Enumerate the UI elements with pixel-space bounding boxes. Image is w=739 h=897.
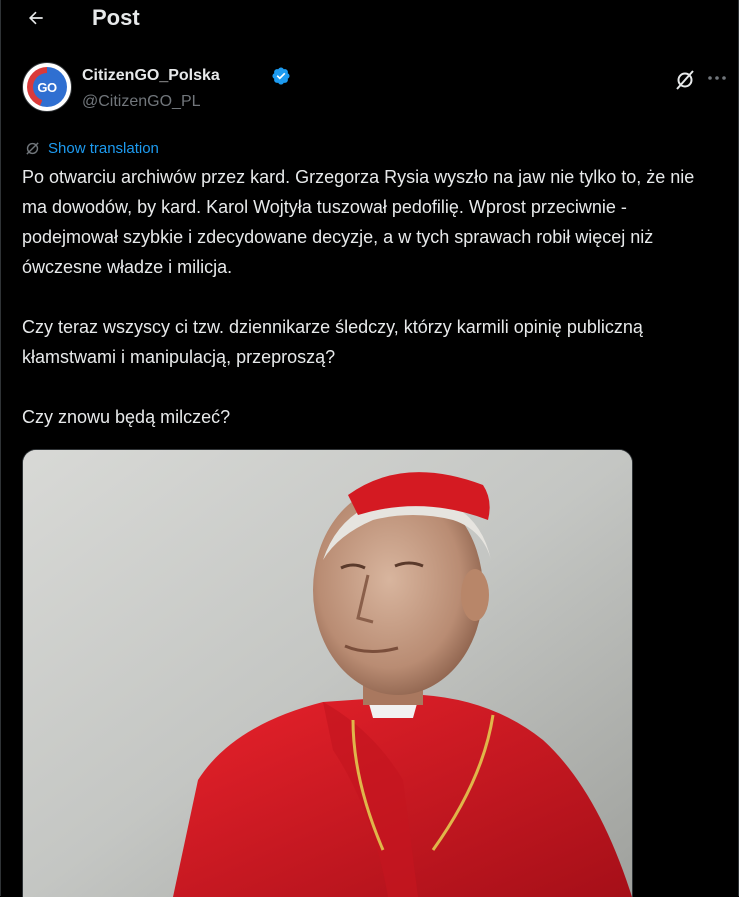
verified-badge-icon[interactable] (271, 66, 291, 86)
avatar-logo: GO (33, 73, 61, 101)
post-paragraph: Czy znowu będą milczeć? (22, 407, 231, 427)
translate-icon (26, 141, 39, 155)
post-paragraph: Po otwarciu archiwów przez kard. Grzegor… (22, 167, 695, 277)
post-header: Post (0, 0, 739, 38)
page-title: Post (92, 5, 140, 30)
author-handle[interactable]: @CitizenGO_PL (82, 93, 201, 111)
post-author: GO CitizenGO_Polska @CitizenGO_PL (22, 62, 712, 116)
cardinal-portrait-image (23, 450, 632, 897)
frame-border-left (0, 0, 1, 896)
avatar[interactable]: GO (22, 62, 72, 112)
avatar-logo-text: GO (37, 79, 57, 95)
author-display-name[interactable]: CitizenGO_Polska (82, 67, 220, 85)
back-arrow-icon (28, 11, 43, 25)
more-button[interactable] (703, 66, 731, 90)
back-button[interactable] (22, 4, 50, 32)
post-paragraph: Czy teraz wszyscy ci tzw. dziennikarze ś… (22, 317, 643, 367)
post-image[interactable] (22, 449, 633, 897)
post-text: Po otwarciu archiwów przez kard. Grzegor… (22, 162, 722, 432)
show-translation-label: Show translation (48, 139, 159, 157)
grok-icon[interactable] (673, 68, 697, 92)
more-icon (708, 76, 726, 80)
show-translation-link[interactable]: Show translation (24, 138, 159, 158)
